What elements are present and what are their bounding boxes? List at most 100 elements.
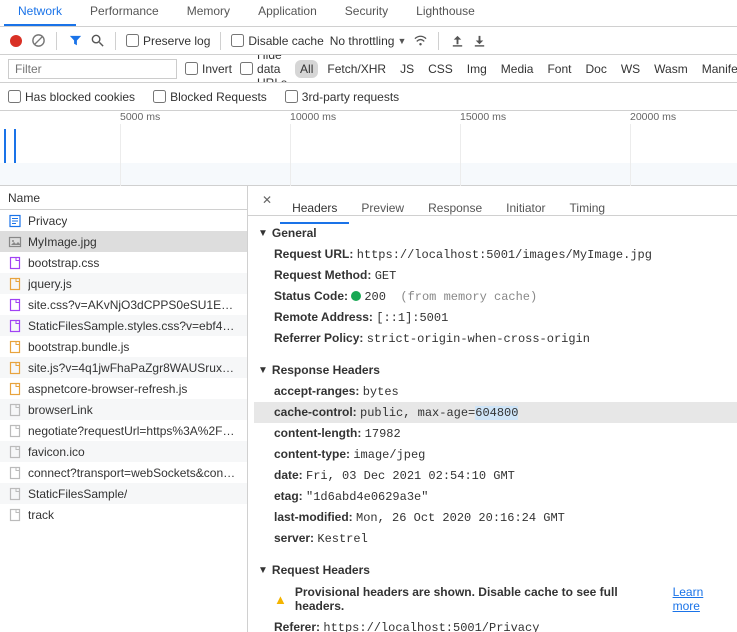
section-title-text: Response Headers xyxy=(272,363,380,377)
type-filter-media[interactable]: Media xyxy=(496,60,539,78)
other-file-icon xyxy=(8,466,22,480)
request-name: browserLink xyxy=(28,403,93,417)
request-list: PrivacyMyImage.jpgbootstrap.css jquery.js… xyxy=(0,210,247,525)
request-row[interactable]: negotiate?requestUrl=https%3A%2F%2… xyxy=(0,420,247,441)
hide-data-urls-input[interactable] xyxy=(240,62,253,75)
request-row[interactable]: MyImage.jpg xyxy=(0,231,247,252)
separator xyxy=(56,32,57,50)
waterfall-overview[interactable]: 5000 ms10000 ms15000 ms20000 ms xyxy=(0,111,737,186)
request-row[interactable]: favicon.ico xyxy=(0,441,247,462)
request-row[interactable]: track xyxy=(0,504,247,525)
request-list-header[interactable]: Name xyxy=(0,186,247,210)
devtools-tab-security[interactable]: Security xyxy=(331,0,402,26)
type-filter-img[interactable]: Img xyxy=(462,60,492,78)
header-value: bytes xyxy=(363,385,399,399)
type-filter-fetchxhr[interactable]: Fetch/XHR xyxy=(322,60,391,78)
header-value: "1d6abd4e0629a3e" xyxy=(306,490,428,504)
header-value: 200 (from memory cache) xyxy=(351,290,537,304)
devtools-tab-application[interactable]: Application xyxy=(244,0,331,26)
request-row[interactable]: site.js?v=4q1jwFhaPaZgr8WAUSrux6hA… xyxy=(0,357,247,378)
has-blocked-cookies-input[interactable] xyxy=(8,90,21,103)
request-name: StaticFilesSample.styles.css?v=ebf4NvV… xyxy=(28,319,239,333)
blocked-requests-label: Blocked Requests xyxy=(170,90,267,104)
type-filter-font[interactable]: Font xyxy=(542,60,576,78)
learn-more-link[interactable]: Learn more xyxy=(673,585,733,613)
record-icon[interactable] xyxy=(8,33,24,49)
request-row[interactable]: aspnetcore-browser-refresh.js xyxy=(0,378,247,399)
request-row[interactable]: StaticFilesSample.styles.css?v=ebf4NvV… xyxy=(0,315,247,336)
waterfall-tick: 15000 ms xyxy=(460,111,506,123)
warning-icon: ▲ xyxy=(274,592,287,607)
network-conditions-icon[interactable] xyxy=(412,33,428,49)
header-row: last-modified: Mon, 26 Oct 2020 20:16:24… xyxy=(254,507,737,528)
disclosure-triangle-icon: ▼ xyxy=(258,228,268,239)
disable-cache-checkbox[interactable]: Disable cache xyxy=(231,34,323,48)
search-icon[interactable] xyxy=(89,33,105,49)
request-row[interactable]: StaticFilesSample/ xyxy=(0,483,247,504)
clear-icon[interactable] xyxy=(30,33,46,49)
header-key: Referer: xyxy=(274,620,320,632)
third-party-checkbox[interactable]: 3rd-party requests xyxy=(285,90,399,104)
filter-input[interactable] xyxy=(8,59,177,79)
waterfall-track xyxy=(0,163,737,185)
blocked-requests-checkbox[interactable]: Blocked Requests xyxy=(153,90,267,104)
has-blocked-cookies-checkbox[interactable]: Has blocked cookies xyxy=(8,90,135,104)
filter-icon[interactable] xyxy=(67,33,83,49)
invert-label: Invert xyxy=(202,62,232,76)
devtools-tab-memory[interactable]: Memory xyxy=(173,0,244,26)
request-row[interactable]: jquery.js xyxy=(0,273,247,294)
detail-body: ▼ General Request URL: https://localhost:5… xyxy=(248,216,737,632)
upload-har-icon[interactable] xyxy=(449,33,465,49)
header-key: server: xyxy=(274,531,314,545)
header-value: [::1]:5001 xyxy=(376,311,448,325)
section-request-headers[interactable]: ▼Request Headers xyxy=(254,559,737,581)
throttling-dropdown[interactable]: No throttling ▼ xyxy=(330,34,407,48)
type-filter-js[interactable]: JS xyxy=(395,60,419,78)
close-detail-button[interactable]: ✕ xyxy=(254,187,280,215)
section-general[interactable]: ▼ General xyxy=(254,222,737,244)
devtools-tab-performance[interactable]: Performance xyxy=(76,0,173,26)
preserve-log-input[interactable] xyxy=(126,34,139,47)
request-row[interactable]: site.css?v=AKvNjO3dCPPS0eSU1Ez8T2… xyxy=(0,294,247,315)
hide-data-urls-checkbox[interactable]: Hide data URLs xyxy=(240,55,287,83)
section-response-headers[interactable]: ▼Response Headers xyxy=(254,359,737,381)
type-filter-all[interactable]: All xyxy=(295,60,318,78)
section-title-text: General xyxy=(272,226,317,240)
waterfall-tick: 5000 ms xyxy=(120,111,160,123)
devtools-tab-lighthouse[interactable]: Lighthouse xyxy=(402,0,489,26)
header-key: accept-ranges: xyxy=(274,384,359,398)
request-row[interactable]: bootstrap.bundle.js xyxy=(0,336,247,357)
name-column-header: Name xyxy=(8,191,40,205)
header-value: GET xyxy=(375,269,397,283)
invert-input[interactable] xyxy=(185,62,198,75)
type-filter-css[interactable]: CSS xyxy=(423,60,458,78)
blocked-requests-input[interactable] xyxy=(153,90,166,103)
header-row: Referer: https://localhost:5001/Privacy xyxy=(254,617,737,632)
separator xyxy=(438,32,439,50)
type-filter-manife[interactable]: Manife xyxy=(697,60,737,78)
request-detail-panel: ✕ HeadersPreviewResponseInitiatorTiming … xyxy=(248,186,737,632)
request-row[interactable]: Privacy xyxy=(0,210,247,231)
type-filter-wasm[interactable]: Wasm xyxy=(649,60,693,78)
preserve-log-label: Preserve log xyxy=(143,34,210,48)
preserve-log-checkbox[interactable]: Preserve log xyxy=(126,34,210,48)
header-row: etag: "1d6abd4e0629a3e" xyxy=(254,486,737,507)
type-filter-ws[interactable]: WS xyxy=(616,60,645,78)
header-row: Request URL: https://localhost:5001/imag… xyxy=(254,244,737,265)
download-har-icon[interactable] xyxy=(471,33,487,49)
request-row[interactable]: bootstrap.css xyxy=(0,252,247,273)
invert-checkbox[interactable]: Invert xyxy=(185,62,232,76)
other-file-icon xyxy=(8,487,22,501)
provisional-headers-warning: ▲ Provisional headers are shown. Disable … xyxy=(254,581,737,617)
devtools-tab-network[interactable]: Network xyxy=(4,0,76,26)
network-toolbar-1: Preserve log Disable cache No throttling… xyxy=(0,27,737,55)
section-title-text: Request Headers xyxy=(272,563,370,577)
request-name: jquery.js xyxy=(28,277,72,291)
request-row[interactable]: connect?transport=webSockets&conne… xyxy=(0,462,247,483)
type-filter-doc[interactable]: Doc xyxy=(580,60,611,78)
third-party-input[interactable] xyxy=(285,90,298,103)
request-row[interactable]: browserLink xyxy=(0,399,247,420)
disable-cache-input[interactable] xyxy=(231,34,244,47)
header-key: Request URL: xyxy=(274,247,353,261)
warning-text: Provisional headers are shown. Disable c… xyxy=(295,585,665,613)
